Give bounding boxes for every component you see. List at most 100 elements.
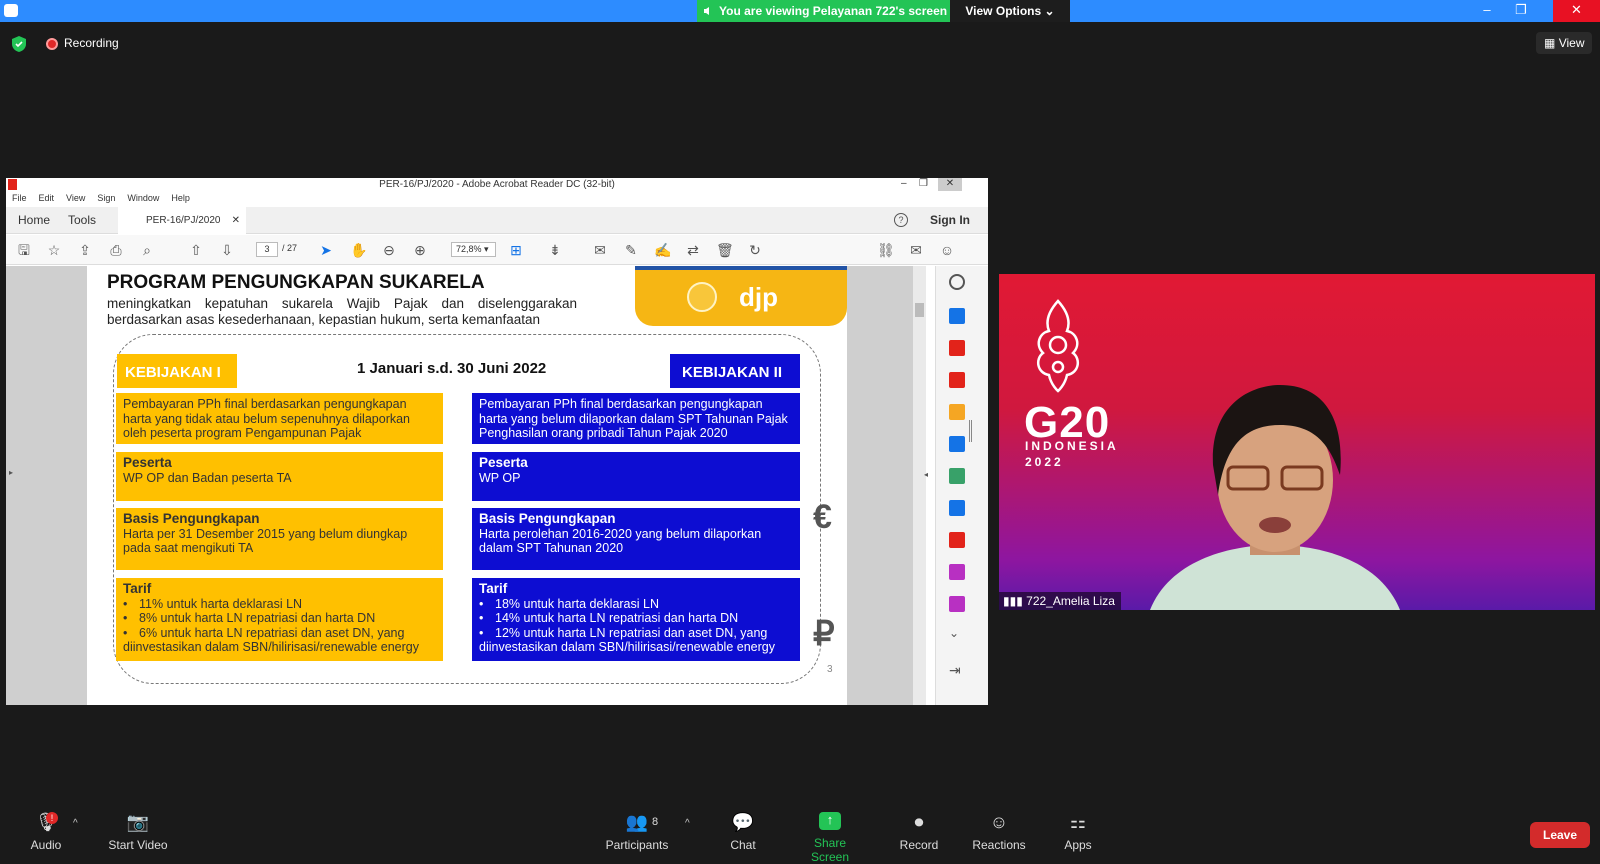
scroll-mode-icon[interactable]: ⇟ xyxy=(547,242,563,258)
fill-sign-icon[interactable] xyxy=(949,532,965,548)
tab-tools[interactable]: Tools xyxy=(68,207,96,234)
menu-help[interactable]: Help xyxy=(171,193,190,203)
record-button[interactable]: ⏺ Record xyxy=(898,812,940,852)
bookmark-star-icon[interactable]: ☆ xyxy=(46,242,62,258)
delete-icon[interactable]: 🗑 xyxy=(716,242,734,258)
start-video-button[interactable]: 📷 Start Video xyxy=(104,812,172,852)
leave-button[interactable]: Leave xyxy=(1530,822,1590,848)
chat-icon: 💬 xyxy=(731,812,755,832)
more-tools-icon[interactable] xyxy=(949,596,965,612)
search-icon[interactable]: ⌕ xyxy=(139,242,155,258)
viewing-banner-text: You are viewing Pelayanan 722's screen xyxy=(719,4,948,18)
save-icon[interactable]: 🖫 xyxy=(16,242,32,258)
g20-year: 2022 xyxy=(1025,455,1064,469)
tab-home[interactable]: Home xyxy=(18,207,50,234)
k1-description: Pembayaran PPh final berdasarkan pengung… xyxy=(116,393,443,444)
k2-tarif-item: 12% untuk harta LN repatriasi dan aset D… xyxy=(479,626,793,655)
zoom-level-select[interactable]: 72,8% ▾ xyxy=(451,242,496,257)
acrobat-restore-icon[interactable]: ❐ xyxy=(919,178,928,189)
menu-edit[interactable]: Edit xyxy=(39,193,55,203)
menu-file[interactable]: File xyxy=(12,193,27,203)
k1-basis: Basis Pengungkapan Harta per 31 Desember … xyxy=(116,508,443,570)
participants-options-chevron-icon[interactable]: ^ xyxy=(685,818,690,829)
zoom-tool-icon[interactable] xyxy=(949,274,965,290)
view-options-button[interactable]: View Options ⌄ xyxy=(950,0,1070,22)
scan-ocr-icon[interactable] xyxy=(949,500,965,516)
create-pdf-icon[interactable] xyxy=(949,340,965,356)
zoom-out-icon[interactable]: ⊖ xyxy=(381,242,397,258)
k2-basis-text: Harta perolehan 2016-2020 yang belum dil… xyxy=(479,526,762,556)
acrobat-toolbar: 🖫 ☆ ⇪ ⎙ ⌕ ⇧ ⇩ 3 / 27 ➤ ✋ ⊖ ⊕ 72,8% ▾ ⊞ ⇟… xyxy=(6,235,988,265)
chat-button[interactable]: 💬 Chat xyxy=(723,812,763,852)
sign-icon[interactable]: ✍ xyxy=(654,242,671,258)
program-date: 1 Januari s.d. 30 Juni 2022 xyxy=(357,360,547,377)
help-icon[interactable]: ? xyxy=(894,213,908,227)
menu-sign[interactable]: Sign xyxy=(97,193,115,203)
tab-document-label: PER-16/PJ/2020 xyxy=(146,215,221,226)
collapse-tools-icon[interactable]: ⇥ xyxy=(949,662,965,678)
speaker-icon xyxy=(704,7,709,15)
zoom-level-value: 72,8% xyxy=(456,244,482,254)
protect-icon[interactable] xyxy=(949,564,965,580)
scrollbar-thumb[interactable] xyxy=(915,303,924,317)
k1-peserta-title: Peserta xyxy=(123,455,172,470)
next-page-icon[interactable]: ⇩ xyxy=(219,242,235,258)
rotate-icon[interactable]: ↻ xyxy=(747,242,763,258)
comment-tool-icon[interactable] xyxy=(949,404,965,420)
k2-peserta-title: Peserta xyxy=(479,455,528,470)
slide-page-number: 3 xyxy=(827,664,833,675)
menu-window[interactable]: Window xyxy=(127,193,159,203)
expand-tools-icon[interactable]: ⌄ xyxy=(949,626,965,642)
menu-view[interactable]: View xyxy=(66,193,85,203)
viewing-banner: You are viewing Pelayanan 722's screen xyxy=(697,0,950,22)
view-options-label: View Options xyxy=(965,4,1042,18)
page-fit-icon[interactable]: ⊞ xyxy=(508,242,524,258)
minimize-icon[interactable]: – xyxy=(1470,0,1504,22)
page-number-input[interactable]: 3 xyxy=(256,242,278,257)
comment-icon[interactable]: ✉ xyxy=(592,242,608,258)
acrobat-close-icon[interactable]: ✕ xyxy=(938,178,962,191)
splitter-handle[interactable] xyxy=(969,420,972,442)
apps-label: Apps xyxy=(1064,838,1092,852)
participants-button[interactable]: 👥 Participants xyxy=(604,812,670,852)
organize-pages-icon[interactable] xyxy=(949,468,965,484)
export-pdf-icon[interactable] xyxy=(949,308,965,324)
audio-options-chevron-icon[interactable]: ^ xyxy=(73,818,78,829)
edit-pdf-icon[interactable] xyxy=(949,372,965,388)
share-screen-button[interactable]: ↑ Share Screen xyxy=(794,812,866,864)
k1-basis-text: Harta per 31 Desember 2015 yang belum di… xyxy=(123,526,408,556)
combine-files-icon[interactable] xyxy=(949,436,965,452)
select-cursor-icon[interactable]: ➤ xyxy=(318,242,334,258)
mail-icon[interactable]: ✉ xyxy=(908,242,924,258)
convert-icon[interactable]: ⇄ xyxy=(685,242,701,258)
start-video-label: Start Video xyxy=(108,838,168,852)
tab-document[interactable]: PER-16/PJ/2020 ✕ xyxy=(118,207,246,234)
left-panel-toggle-icon[interactable]: ▸ xyxy=(9,468,13,477)
hand-tool-icon[interactable]: ✋ xyxy=(350,242,367,258)
participant-name-tag: ▮▮▮ 722_Amelia Liza xyxy=(999,592,1121,610)
sign-in-button[interactable]: Sign In xyxy=(930,213,970,227)
k2-tarif-item: 14% untuk harta LN repatriasi dan harta … xyxy=(479,611,793,626)
view-layout-button[interactable]: ▦ View xyxy=(1536,32,1592,54)
restore-icon[interactable]: ❐ xyxy=(1504,0,1538,22)
collapse-pane-icon[interactable]: ◂ xyxy=(924,470,928,479)
apps-button[interactable]: ⚏ Apps xyxy=(1062,812,1094,852)
close-tab-icon[interactable]: ✕ xyxy=(232,207,240,234)
prev-page-icon[interactable]: ⇧ xyxy=(188,242,204,258)
link-icon[interactable]: ⛓ xyxy=(877,242,895,258)
reactions-button[interactable]: ☺ Reactions xyxy=(971,812,1027,852)
close-icon[interactable]: ✕ xyxy=(1553,0,1600,22)
vertical-scrollbar[interactable] xyxy=(913,266,926,705)
k2-peserta-text: WP OP xyxy=(479,470,521,485)
print-icon[interactable]: ⎙ xyxy=(108,242,124,258)
shield-icon[interactable] xyxy=(12,36,26,52)
acrobat-title: PER-16/PJ/2020 - Adobe Acrobat Reader DC… xyxy=(6,178,988,191)
grid-icon: ▦ xyxy=(1544,36,1556,50)
zoom-in-icon[interactable]: ⊕ xyxy=(412,242,428,258)
upload-icon[interactable]: ⇪ xyxy=(77,242,93,258)
share-user-icon[interactable]: ☺ xyxy=(939,242,955,258)
k1-tarif-item: 8% untuk harta LN repatriasi dan harta D… xyxy=(123,611,436,626)
video-off-icon: 📷 xyxy=(126,812,150,832)
highlight-pen-icon[interactable]: ✎ xyxy=(623,242,639,258)
acrobat-minimize-icon[interactable]: – xyxy=(901,178,907,189)
